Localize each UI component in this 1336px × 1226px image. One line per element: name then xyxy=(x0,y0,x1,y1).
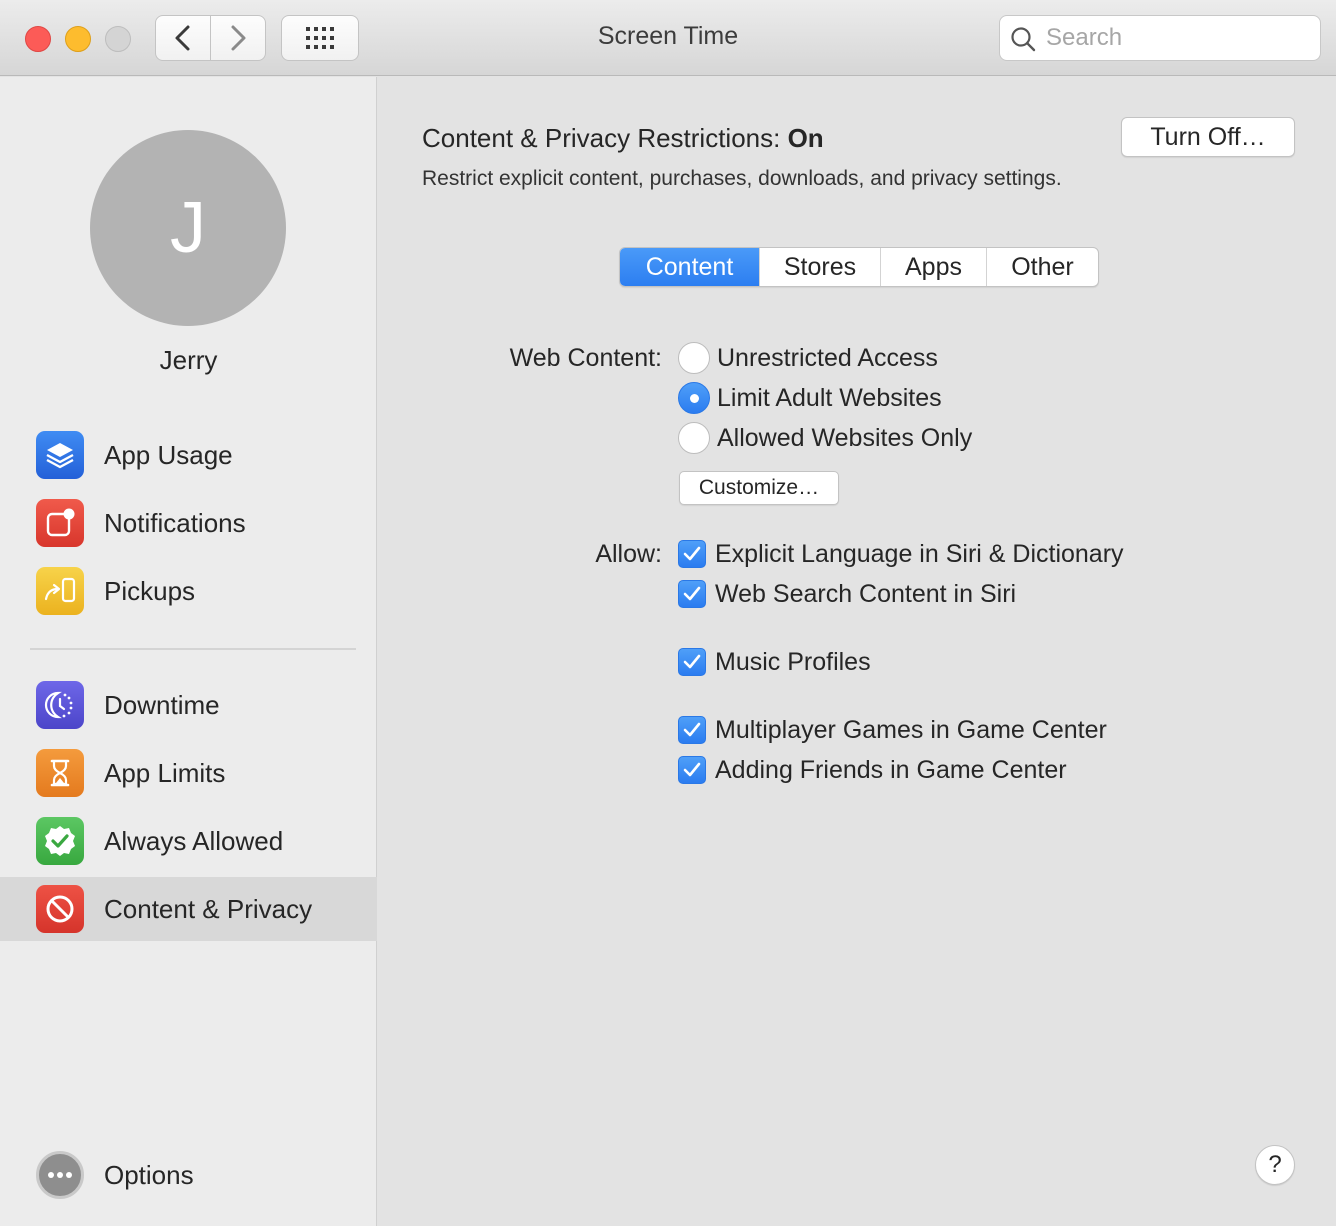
sidebar-divider xyxy=(30,648,356,650)
ellipsis-icon xyxy=(36,1151,84,1199)
sidebar-item-app-usage[interactable]: App Usage xyxy=(0,423,377,487)
sidebar-item-label: Content & Privacy xyxy=(104,893,313,924)
sidebar-item-label: Always Allowed xyxy=(104,825,284,856)
checkbox-music-profiles[interactable] xyxy=(678,648,706,676)
checkbox-label[interactable]: Music Profiles xyxy=(715,648,871,677)
turn-off-button[interactable]: Turn Off… xyxy=(1121,117,1295,157)
search-input[interactable] xyxy=(1046,16,1306,60)
status-value: On xyxy=(787,123,824,153)
web-content-label: Web Content: xyxy=(509,344,662,372)
search-icon xyxy=(1011,27,1036,52)
checkmark-icon xyxy=(683,586,701,601)
tab-apps[interactable]: Apps xyxy=(881,248,987,286)
moon-clock-icon xyxy=(36,681,84,729)
avatar[interactable]: J xyxy=(90,130,286,326)
sidebar-item-label: App Usage xyxy=(104,439,233,470)
avatar-initial: J xyxy=(170,188,206,268)
pickup-phone-icon xyxy=(36,567,84,615)
checkmark-icon xyxy=(683,762,701,777)
content-pane: Content & Privacy Restrictions: On Turn … xyxy=(378,77,1336,1226)
no-entry-icon xyxy=(36,885,84,933)
allow-label: Allow: xyxy=(595,540,662,568)
title-bar: Screen Time xyxy=(0,0,1336,76)
checkmark-icon xyxy=(683,546,701,561)
sidebar-item-label: Options xyxy=(104,1159,194,1190)
radio-label[interactable]: Limit Adult Websites xyxy=(717,384,942,413)
layers-icon xyxy=(36,431,84,479)
restrictions-status: Content & Privacy Restrictions: On xyxy=(422,123,824,154)
checkbox-label[interactable]: Explicit Language in Siri & Dictionary xyxy=(715,540,1124,569)
customize-button[interactable]: Customize… xyxy=(679,471,839,505)
sidebar-item-notifications[interactable]: Notifications xyxy=(0,491,377,555)
checkbox-web-search-siri[interactable] xyxy=(678,580,706,608)
checkbox-label[interactable]: Multiplayer Games in Game Center xyxy=(715,716,1107,745)
tab-bar: Content Stores Apps Other xyxy=(619,247,1099,287)
restrictions-description: Restrict explicit content, purchases, do… xyxy=(422,167,1062,190)
radio-allowed-websites-only[interactable] xyxy=(678,422,710,454)
search-field[interactable] xyxy=(999,15,1321,61)
sidebar: J Jerry App Usage Notifications Pickups … xyxy=(0,77,377,1226)
checkmark-icon xyxy=(683,722,701,737)
sidebar-item-downtime[interactable]: Downtime xyxy=(0,673,377,737)
radio-limit-adult-websites[interactable] xyxy=(678,382,710,414)
tab-other[interactable]: Other xyxy=(987,248,1098,286)
sidebar-item-pickups[interactable]: Pickups xyxy=(0,559,377,623)
checkbox-label[interactable]: Web Search Content in Siri xyxy=(715,580,1016,609)
sidebar-item-content-privacy[interactable]: Content & Privacy xyxy=(0,877,377,941)
checkmark-icon xyxy=(683,654,701,669)
notification-badge-icon xyxy=(36,499,84,547)
radio-label[interactable]: Unrestricted Access xyxy=(717,344,938,373)
sidebar-item-label: Notifications xyxy=(104,507,246,538)
hourglass-icon xyxy=(36,749,84,797)
checkbox-multiplayer-games[interactable] xyxy=(678,716,706,744)
sidebar-item-label: App Limits xyxy=(104,757,226,788)
sidebar-item-always-allowed[interactable]: Always Allowed xyxy=(0,809,377,873)
tab-content[interactable]: Content xyxy=(620,248,760,286)
radio-unrestricted-access[interactable] xyxy=(678,342,710,374)
tab-stores[interactable]: Stores xyxy=(760,248,881,286)
status-label: Content & Privacy Restrictions: xyxy=(422,123,788,153)
sidebar-item-options[interactable]: Options xyxy=(0,1143,377,1207)
user-name: Jerry xyxy=(159,345,218,375)
checkbox-adding-friends[interactable] xyxy=(678,756,706,784)
checkmark-badge-icon xyxy=(36,817,84,865)
sidebar-item-app-limits[interactable]: App Limits xyxy=(0,741,377,805)
sidebar-item-label: Downtime xyxy=(104,689,220,720)
radio-label[interactable]: Allowed Websites Only xyxy=(717,424,972,453)
sidebar-item-label: Pickups xyxy=(104,575,196,606)
help-button[interactable]: ? xyxy=(1255,1145,1295,1185)
checkbox-label[interactable]: Adding Friends in Game Center xyxy=(715,756,1067,785)
checkbox-explicit-language[interactable] xyxy=(678,540,706,568)
